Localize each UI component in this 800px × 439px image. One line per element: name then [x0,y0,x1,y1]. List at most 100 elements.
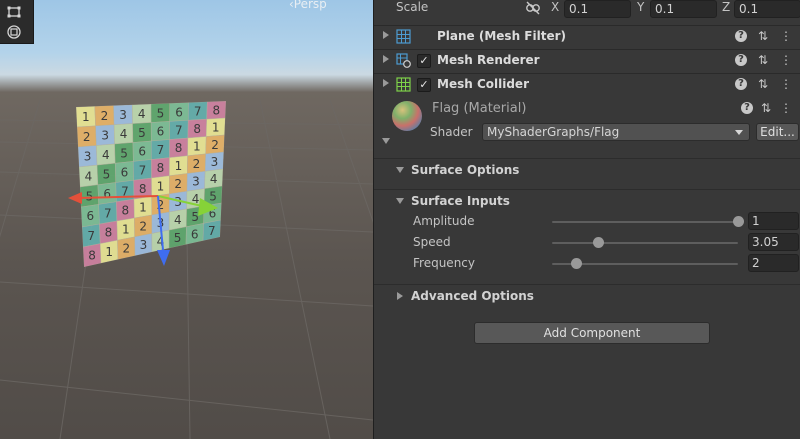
scale-x-label: X [551,0,560,14]
kebab-menu-icon[interactable]: ⋮ [779,77,793,91]
help-icon[interactable]: ? [735,78,747,90]
preset-icon[interactable]: ⇅ [756,29,770,43]
add-component-button[interactable]: Add Component [474,322,710,344]
shader-dropdown[interactable]: MyShaderGraphs/Flag [482,123,750,141]
flag-cell-number: 4 [138,107,146,121]
flag-cell-number: 3 [84,150,92,164]
amplitude-slider[interactable] [552,221,738,223]
preset-icon[interactable]: ⇅ [759,101,773,115]
constrain-proportions-icon[interactable] [525,1,541,15]
flag-cell-number: 1 [193,140,201,154]
foldout-arrow-icon[interactable] [397,292,403,300]
property-speed: Speed 3.05 [374,233,800,253]
amplitude-slider-knob[interactable] [732,216,744,227]
frequency-slider-knob[interactable] [570,258,582,269]
foldout-arrow-icon[interactable] [383,79,389,87]
mesh-renderer-icon [396,53,411,68]
mesh-filter-icon [396,29,411,44]
flag-cell-number: 8 [175,141,183,155]
dropdown-caret-icon [735,130,743,135]
gizmo-z-arrow-icon[interactable] [157,250,170,266]
foldout-arrow-icon[interactable] [396,167,404,173]
speed-field[interactable]: 3.05 [748,233,799,251]
kebab-menu-icon[interactable]: ⋮ [779,101,793,115]
scene-view[interactable]: ‹Persp 123456782345678134567812456781235… [0,0,373,439]
scale-x-field[interactable]: 0.1 [564,0,631,18]
flag-cell-number: 3 [101,129,109,143]
help-icon[interactable]: ? [735,30,747,42]
enabled-checkbox[interactable]: ✓ [417,78,431,92]
property-frequency: Frequency 2 [374,254,800,274]
shader-value: MyShaderGraphs/Flag [487,125,620,139]
persp-label[interactable]: ‹Persp [289,0,327,11]
flag-cell-number: 3 [211,155,219,169]
material-foldout-icon[interactable] [382,138,390,144]
gizmo-x-arrow-icon[interactable] [68,192,82,204]
flag-cell-number: 7 [175,123,183,137]
flag-cell-number: 6 [175,105,183,119]
flag-cell-number: 6 [157,125,165,139]
edit-shader-button[interactable]: Edit... [756,123,799,141]
gizmo-x-axis[interactable] [77,195,159,199]
component-mesh-filter[interactable]: Plane (Mesh Filter) ? ⇅ ⋮ [374,25,800,48]
move-gizmo[interactable] [60,172,230,272]
component-title: Mesh Collider [437,77,529,91]
flag-cell-number: 7 [194,104,202,118]
gizmo-y-axis[interactable] [157,195,203,207]
section-surface-inputs[interactable]: Surface Inputs [374,189,800,213]
foldout-arrow-icon[interactable] [383,55,389,63]
material-preview-icon [392,101,422,131]
property-amplitude: Amplitude 1 [374,212,800,232]
component-title: Plane (Mesh Filter) [437,29,566,43]
speed-slider-knob[interactable] [593,237,604,248]
property-label: Amplitude [413,214,475,228]
enabled-checkbox[interactable]: ✓ [417,54,431,68]
speed-slider[interactable] [552,242,738,244]
flag-cell-number: 5 [157,106,165,120]
scale-z-label: Z [722,0,731,14]
flag-cell-number: 6 [138,145,146,159]
scale-z-field[interactable]: 0.1 [734,0,800,18]
foldout-arrow-icon[interactable] [396,198,404,204]
flag-cell-number: 1 [82,110,90,124]
gizmo-z-axis[interactable] [157,195,164,251]
flag-cell-number: 2 [83,130,91,144]
transform-tool-icon[interactable] [4,23,24,41]
help-icon[interactable]: ? [735,54,747,66]
material-title: Flag (Material) [432,101,527,116]
property-label: Frequency [413,256,475,270]
section-surface-options[interactable]: Surface Options [374,158,800,182]
scene-toolbar [0,0,34,44]
flag-cell-number: 4 [102,148,110,162]
rect-tool-icon[interactable] [4,3,24,21]
help-icon[interactable]: ? [741,102,753,114]
section-title: Surface Options [411,163,520,177]
flag-cell-number: 8 [212,103,220,117]
component-mesh-collider[interactable]: ✓ Mesh Collider ? ⇅ ⋮ [374,73,800,96]
scale-y-field[interactable]: 0.1 [650,0,717,18]
flag-cell-number: 2 [193,157,201,171]
scale-y-label: Y [637,0,645,14]
frequency-field[interactable]: 2 [748,254,799,272]
shader-label: Shader [430,125,473,139]
flag-cell-number: 2 [211,138,219,152]
flag-cell-number: 8 [193,122,201,136]
preset-icon[interactable]: ⇅ [756,53,770,67]
kebab-menu-icon[interactable]: ⋮ [779,53,793,67]
component-mesh-renderer[interactable]: ✓ Mesh Renderer ? ⇅ ⋮ [374,49,800,72]
flag-cell-number: 1 [212,121,220,135]
component-title: Mesh Renderer [437,53,540,67]
flag-cell-number: 3 [119,108,127,122]
scale-row: Scale X 0.1 Y 0.1 Z 0.1 [374,0,800,20]
amplitude-field[interactable]: 1 [748,212,799,230]
inspector-panel: Scale X 0.1 Y 0.1 Z 0.1 Plane (Mesh Filt… [373,0,800,439]
material-header: Flag (Material) ? ⇅ ⋮ Shader MyShaderGra… [374,96,800,156]
section-advanced-options[interactable]: Advanced Options [374,284,800,308]
foldout-arrow-icon[interactable] [383,31,389,39]
section-title: Surface Inputs [411,194,510,208]
gizmo-y-arrow-icon[interactable] [198,198,218,216]
scale-label: Scale [396,0,429,14]
kebab-menu-icon[interactable]: ⋮ [779,29,793,43]
preset-icon[interactable]: ⇅ [756,77,770,91]
flag-cell-number: 4 [120,127,128,141]
